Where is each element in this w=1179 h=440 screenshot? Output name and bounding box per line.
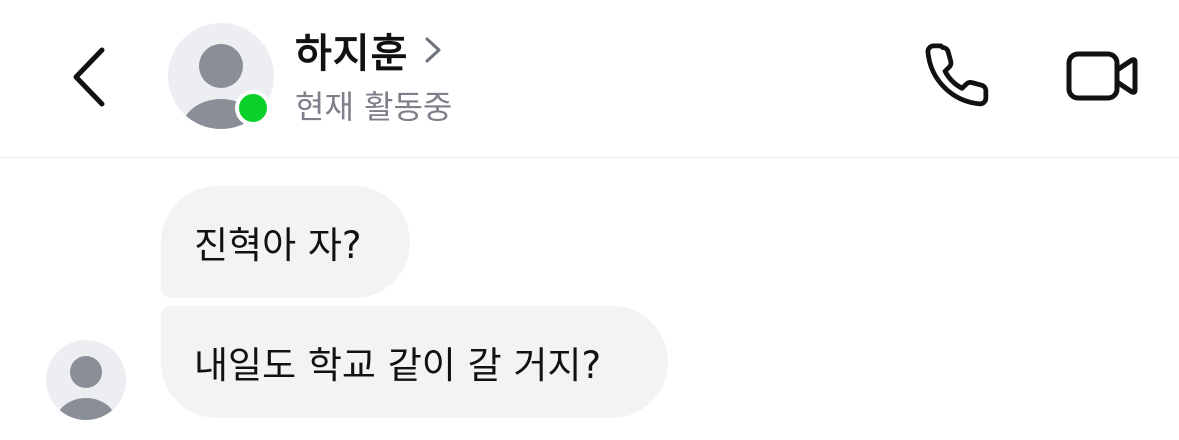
avatar-placeholder-icon [56, 356, 116, 420]
chevron-right-icon [425, 37, 441, 63]
chevron-left-icon [73, 47, 105, 107]
phone-icon [925, 43, 989, 107]
chat-header: 하지훈 현재 활동중 [0, 0, 1179, 158]
voice-call-button[interactable] [920, 38, 996, 114]
message-text: 내일도 학교 같이 갈 거지? [194, 344, 602, 387]
video-camera-icon [1066, 51, 1138, 101]
video-call-button[interactable] [1062, 44, 1142, 108]
activity-status: 현재 활동중 [295, 88, 453, 126]
message-text: 진혁아 자? [194, 224, 362, 267]
contact-name-link[interactable]: 하지훈 [295, 22, 444, 78]
sender-avatar[interactable] [46, 340, 126, 420]
online-status-dot [235, 90, 271, 126]
back-button[interactable] [62, 42, 118, 112]
message-bubble[interactable]: 내일도 학교 같이 갈 거지? [161, 306, 668, 418]
message-bubble[interactable]: 진혁아 자? [161, 186, 410, 298]
contact-name: 하지훈 [295, 31, 409, 77]
